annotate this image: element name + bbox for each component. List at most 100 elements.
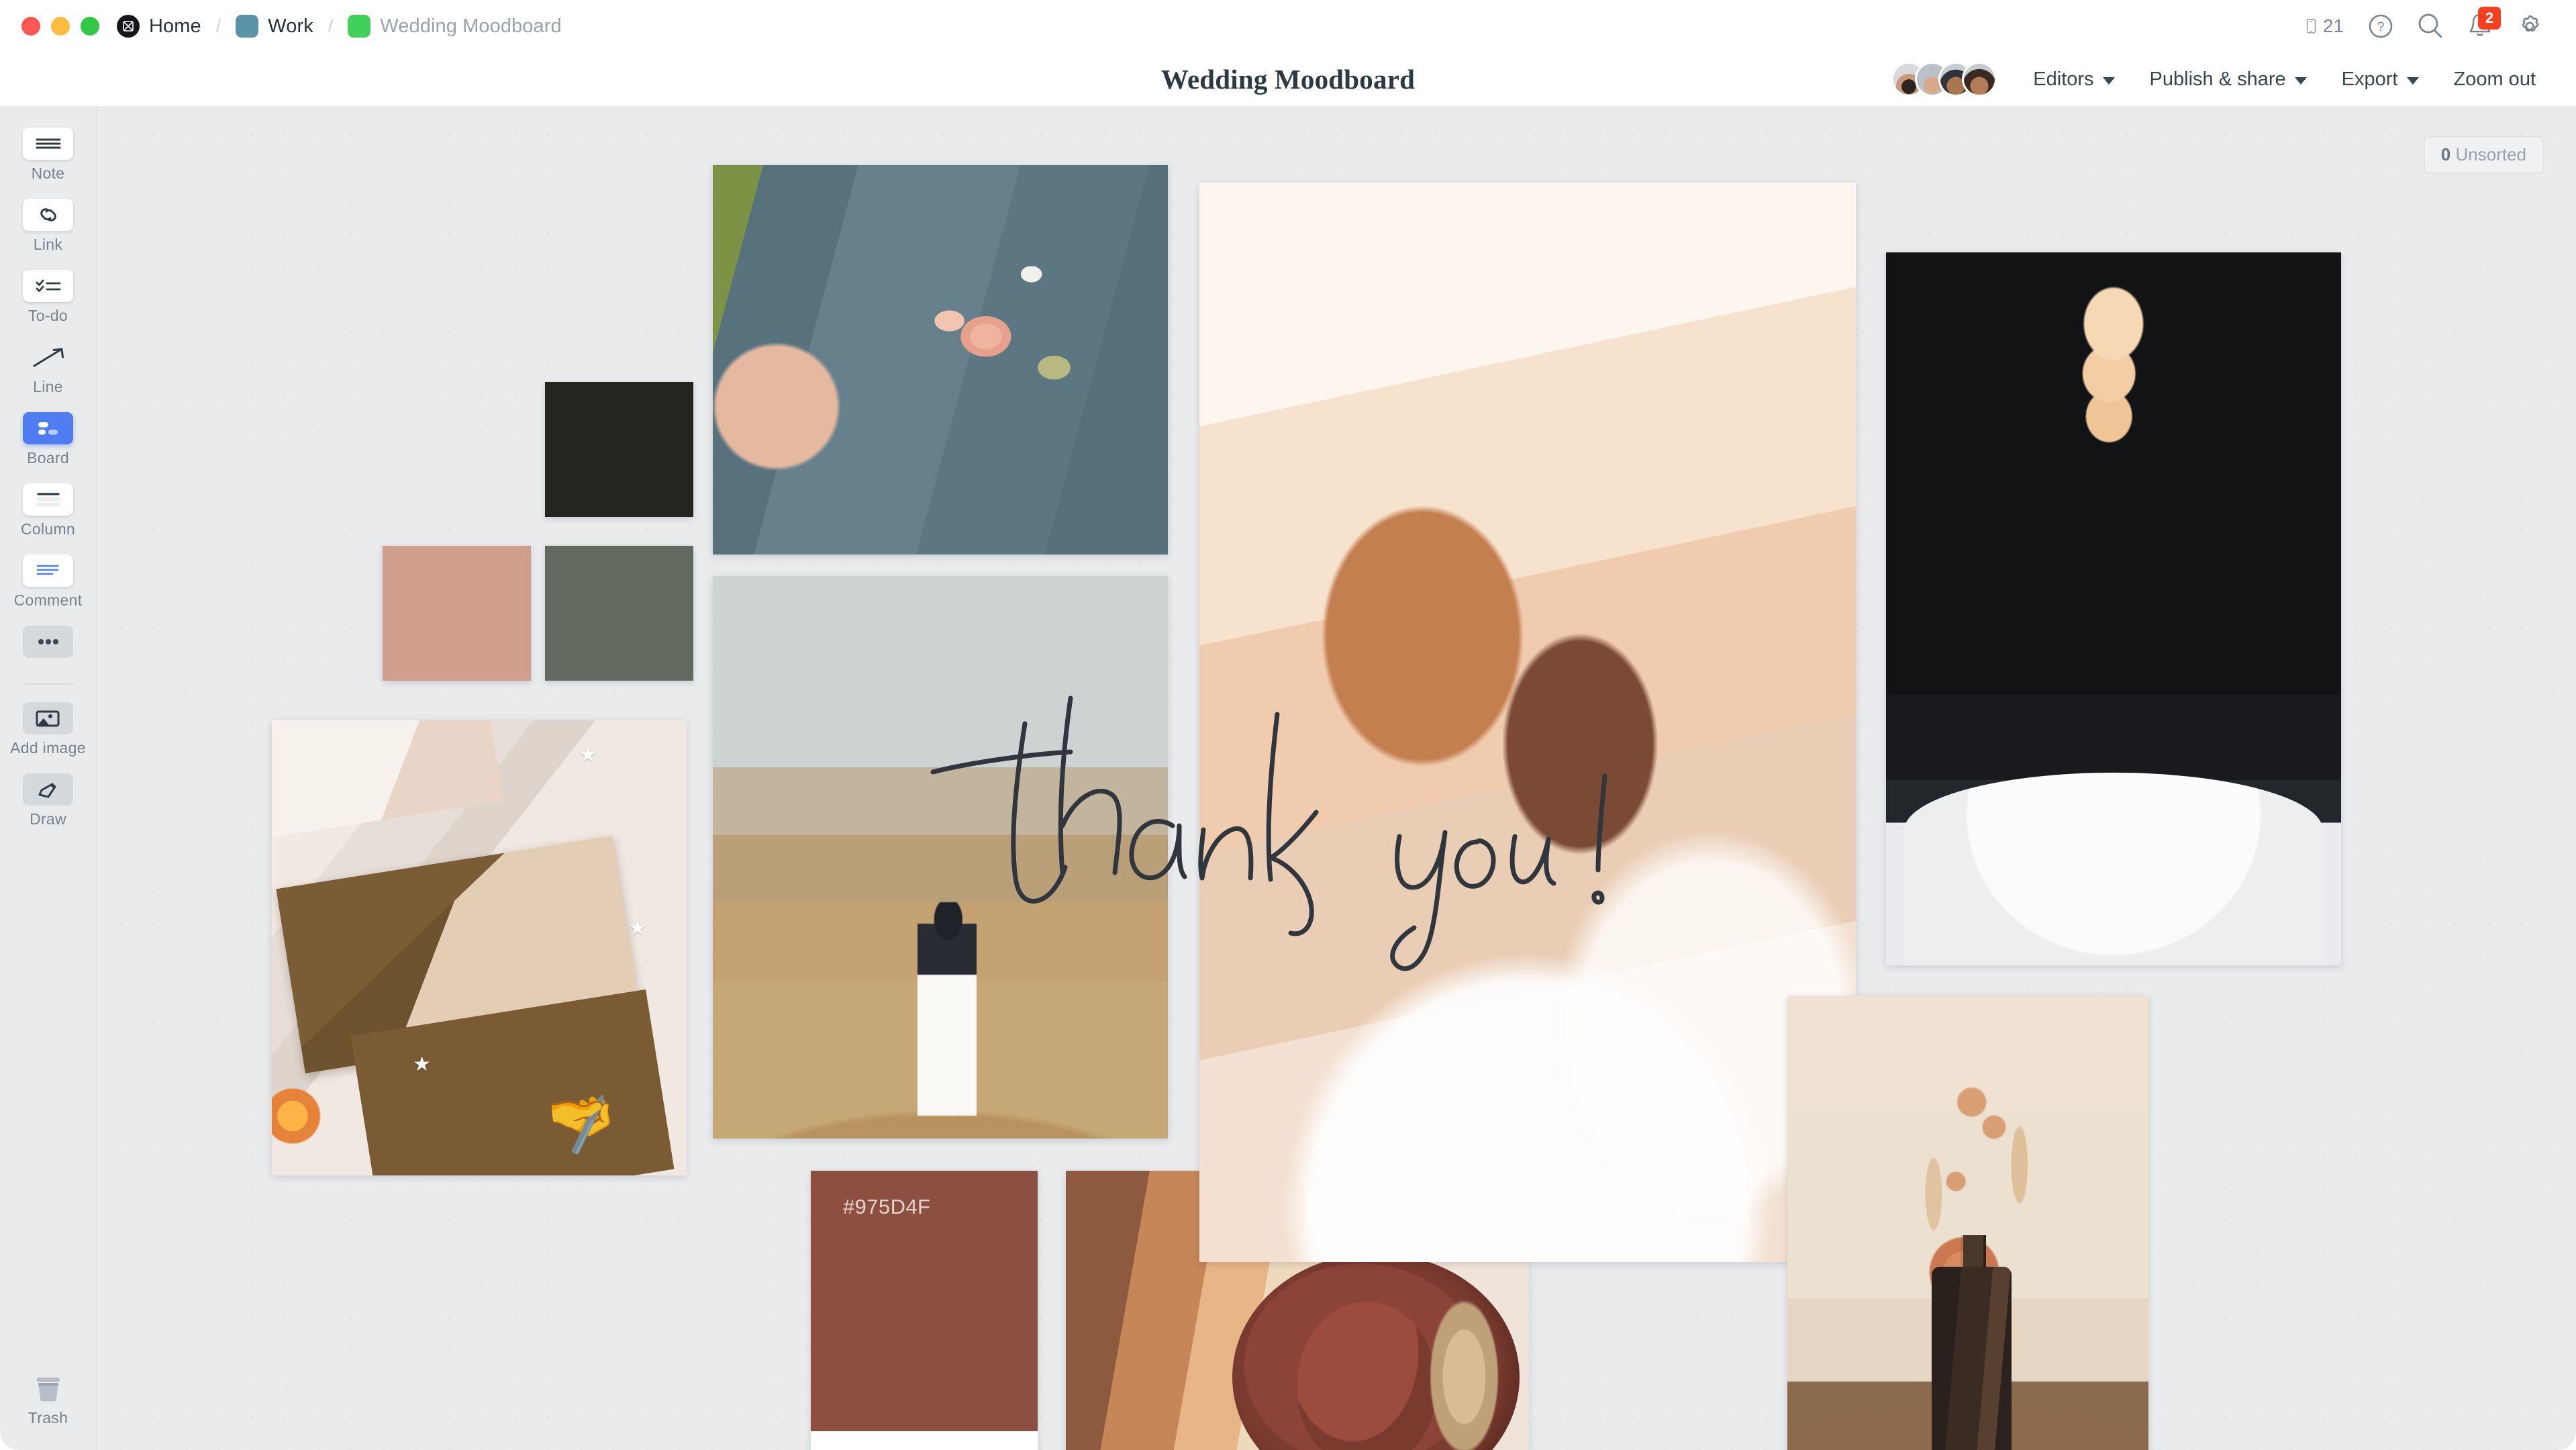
- trash-bin-icon: [23, 1372, 73, 1404]
- gear-icon: [2522, 15, 2539, 32]
- avatar[interactable]: [1962, 62, 1997, 97]
- close-window-button[interactable]: [21, 17, 40, 36]
- more-dots-icon: [23, 626, 73, 658]
- photo-detail: ★: [413, 1053, 432, 1075]
- link-chain-icon: [23, 199, 73, 231]
- sage-swatch[interactable]: [545, 546, 693, 681]
- zoom-out-label: Zoom out: [2453, 68, 2536, 90]
- sidebar-item-draw[interactable]: Draw: [23, 773, 73, 828]
- maximize-window-button[interactable]: [81, 17, 99, 36]
- charcoal-swatch[interactable]: [545, 382, 693, 517]
- photo-surface: [1787, 996, 2148, 1450]
- titlebar-actions: 21 ? 2: [2306, 1, 2559, 51]
- breadcrumb-separator: /: [215, 15, 221, 36]
- color-swatch-card[interactable]: #975D4F Copper Rust: [811, 1171, 1038, 1450]
- groom-boutonniere-photo[interactable]: [713, 165, 1168, 554]
- sidebar-item-column[interactable]: Column: [21, 483, 75, 538]
- breadcrumb-item-home[interactable]: Home: [117, 15, 201, 38]
- sidebar-item-label-trash: Trash: [28, 1409, 68, 1427]
- app-logo-icon: [117, 15, 140, 38]
- sidebar-item-label-line: Line: [33, 378, 63, 395]
- unsorted-badge[interactable]: 0 Unsorted: [2423, 136, 2544, 174]
- breadcrumb-item-board[interactable]: Wedding Moodboard: [348, 15, 562, 38]
- sidebar-item-comment[interactable]: Comment: [14, 554, 83, 610]
- folder-square-icon: [236, 15, 259, 38]
- sidebar-item-label-note: Note: [31, 164, 65, 182]
- photo-surface: ✍ ★ ★ ★: [272, 720, 687, 1175]
- board-canvas[interactable]: 0 Unsorted ✍ ★ ★ ★ #975D4F: [96, 106, 2576, 1450]
- app-window: Home / Work / Wedding Moodboard 21 ? 2 W…: [0, 0, 2576, 1450]
- mobile-preview-button[interactable]: 21: [2306, 1, 2356, 51]
- couple-field-photo[interactable]: [713, 576, 1168, 1139]
- notifications-button[interactable]: 2: [2455, 1, 2505, 51]
- export-menu-label: Export: [2341, 68, 2398, 90]
- editors-menu[interactable]: Editors: [2016, 62, 2132, 97]
- reception-venue-photo[interactable]: [1886, 252, 2341, 965]
- breadcrumb-label-home: Home: [149, 15, 201, 37]
- breadcrumb-label-work: Work: [268, 15, 313, 37]
- zoom-out-button[interactable]: Zoom out: [2436, 62, 2554, 97]
- color-hex-label: #975D4F: [843, 1195, 931, 1218]
- checklist-icon: [23, 270, 73, 302]
- mobile-icon: [2306, 19, 2316, 34]
- sidebar-item-line[interactable]: Line: [23, 341, 73, 396]
- search-button[interactable]: [2406, 1, 2455, 51]
- sidebar-item-trash[interactable]: Trash: [23, 1372, 73, 1427]
- photo-detail: [272, 1084, 322, 1149]
- photo-detail: ★: [579, 743, 597, 766]
- folder-square-icon-2: [348, 15, 371, 38]
- notifications-badge: 2: [2478, 7, 2501, 30]
- publish-share-menu[interactable]: Publish & share: [2132, 62, 2324, 97]
- board-grid-icon: [23, 412, 73, 444]
- couple-veil-photo[interactable]: [1199, 183, 1856, 1262]
- board-header-actions: Editors Publish & share Export Zoom out: [1891, 62, 2576, 97]
- photo-detail: [1932, 1267, 2012, 1450]
- unsorted-label: Unsorted: [2455, 144, 2527, 164]
- sidebar-item-more[interactable]: [23, 626, 73, 658]
- sidebar-item-board[interactable]: Board: [23, 412, 73, 467]
- sidebar-item-add-image[interactable]: Add image: [10, 702, 86, 757]
- thank-you-cards-photo[interactable]: ✍ ★ ★ ★: [272, 720, 687, 1175]
- image-icon: [22, 702, 73, 734]
- window-traffic-lights: [21, 17, 99, 36]
- unsorted-count: 0: [2440, 144, 2451, 164]
- svg-text:?: ?: [2377, 20, 2385, 34]
- photo-detail: ★: [628, 916, 647, 939]
- photo-detail: [272, 720, 504, 839]
- help-button[interactable]: ?: [2356, 1, 2406, 51]
- pencil-icon: [23, 773, 73, 806]
- photo-surface: [1199, 183, 1856, 1262]
- export-menu[interactable]: Export: [2324, 62, 2436, 97]
- settings-button[interactable]: [2505, 1, 2555, 51]
- sidebar-item-todo[interactable]: To-do: [23, 270, 73, 325]
- chevron-down-icon: [2294, 77, 2307, 85]
- sidebar-item-label-link: Link: [33, 236, 63, 253]
- photo-surface: [713, 576, 1168, 1139]
- help-circle-icon: ?: [2369, 14, 2393, 38]
- photo-detail: [1427, 1294, 1501, 1450]
- breadcrumb-label-board: Wedding Moodboard: [380, 15, 562, 37]
- blush-swatch[interactable]: [383, 546, 531, 681]
- sidebar-item-label-column: Column: [20, 520, 76, 538]
- breadcrumb-separator-2: /: [328, 15, 334, 36]
- sidebar-item-label-board: Board: [27, 449, 69, 467]
- chevron-down-icon: [2102, 77, 2115, 85]
- note-lines-icon: [23, 128, 73, 160]
- sidebar-item-link[interactable]: Link: [23, 199, 73, 254]
- sidebar-item-label-todo: To-do: [28, 307, 68, 324]
- photo-surface: [1886, 252, 2341, 965]
- sidebar-item-note[interactable]: Note: [23, 128, 73, 183]
- search-icon: [2418, 13, 2442, 38]
- sidebar-item-label-comment: Comment: [13, 591, 83, 609]
- arrow-line-icon: [23, 341, 73, 373]
- photo-surface: [713, 165, 1168, 554]
- photo-detail: [1904, 773, 2323, 965]
- editor-avatars[interactable]: [1891, 62, 1997, 97]
- title-bar: Home / Work / Wedding Moodboard 21 ? 2: [0, 0, 2576, 52]
- photo-detail: [918, 902, 977, 1116]
- column-rows-icon: [23, 483, 73, 516]
- publish-share-menu-label: Publish & share: [2149, 68, 2286, 90]
- minimize-window-button[interactable]: [51, 17, 70, 36]
- dried-florals-vase-photo[interactable]: [1787, 996, 2148, 1450]
- breadcrumb-item-work[interactable]: Work: [236, 15, 313, 38]
